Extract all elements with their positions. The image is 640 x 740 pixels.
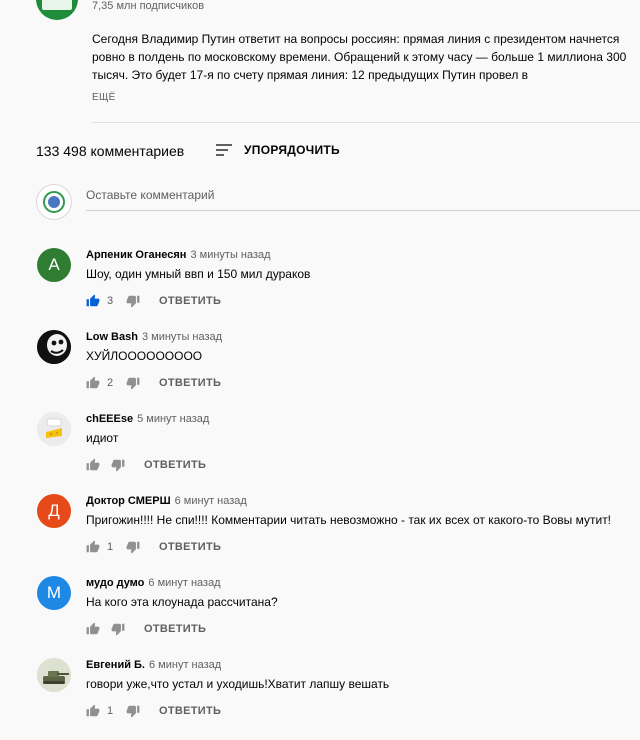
- thumbs-down-icon[interactable]: [126, 376, 140, 390]
- thumbs-down-icon[interactable]: [111, 458, 125, 472]
- comment-meta: Евгений Б. 6 минут назад: [86, 658, 221, 672]
- comment-author[interactable]: Арпеник Оганесян: [86, 249, 186, 261]
- reply-button[interactable]: ОТВЕТИТЬ: [144, 459, 206, 471]
- thumbs-down-icon[interactable]: [126, 704, 140, 718]
- user-avatar: [36, 184, 72, 220]
- thumbs-up-icon[interactable]: [86, 294, 100, 308]
- comment-time[interactable]: 3 минуты назад: [142, 331, 222, 343]
- comment-author[interactable]: мудо думо: [86, 577, 144, 589]
- reply-button[interactable]: ОТВЕТИТЬ: [144, 623, 206, 635]
- comment-item: А Арпеник Оганесян 3 минуты назад Шоу, од…: [0, 248, 640, 330]
- like-count: 1: [107, 541, 114, 553]
- comment-text: говори уже,что устал и уходишь!Хватит ла…: [86, 677, 390, 691]
- avatar[interactable]: А: [37, 248, 71, 282]
- comment-item: chEEEse 5 минут назад идиот ОТВЕТИТЬ: [0, 412, 640, 494]
- comment-meta: мудо думо 6 минут назад: [86, 576, 221, 590]
- comment-meta: Low Bash 3 минуты назад: [86, 330, 222, 344]
- comment-time[interactable]: 6 минут назад: [148, 577, 220, 589]
- like-count: 3: [107, 295, 114, 307]
- thumbs-down-icon[interactable]: [126, 294, 140, 308]
- comment-text: идиот: [86, 431, 119, 445]
- sort-button[interactable]: УПОРЯДОЧИТЬ: [216, 143, 340, 157]
- comment-meta: Доктор СМЕРШ 6 минут назад: [86, 494, 247, 508]
- comment-author[interactable]: Евгений Б.: [86, 659, 145, 671]
- thumbs-down-icon[interactable]: [126, 540, 140, 554]
- like-count: 2: [107, 377, 114, 389]
- comment-count: 133 498 комментариев: [36, 143, 185, 159]
- comment-actions: ОТВЕТИТЬ: [86, 622, 206, 636]
- comment-item: Д Доктор СМЕРШ 6 минут назад Пригожин!!!!…: [0, 494, 640, 576]
- comment-text: ХУЙЛООООООООО: [86, 349, 203, 363]
- comment-text: На кого эта клоунада рассчитана?: [86, 595, 278, 609]
- channel-avatar[interactable]: [36, 0, 78, 20]
- avatar[interactable]: [37, 412, 71, 446]
- comment-time[interactable]: 3 минуты назад: [190, 249, 270, 261]
- subscriber-count: 7,35 млн подписчиков: [92, 0, 205, 12]
- comment-actions: 1 ОТВЕТИТЬ: [86, 704, 221, 718]
- sort-label: УПОРЯДОЧИТЬ: [244, 143, 340, 157]
- avatar[interactable]: [37, 330, 71, 364]
- comment-item: М мудо думо 6 минут назад На кого эта кло…: [0, 576, 640, 658]
- comment-actions: 1 ОТВЕТИТЬ: [86, 540, 221, 554]
- video-description: Сегодня Владимир Путин ответит на вопрос…: [92, 32, 627, 82]
- like-count: 1: [107, 705, 114, 717]
- thumbs-up-icon[interactable]: [86, 704, 100, 718]
- comment-input[interactable]: Оставьте комментарий: [86, 188, 640, 211]
- comment-meta: Арпеник Оганесян 3 минуты назад: [86, 248, 271, 262]
- reply-button[interactable]: ОТВЕТИТЬ: [159, 705, 221, 717]
- comment-author[interactable]: Доктор СМЕРШ: [86, 495, 171, 507]
- avatar[interactable]: [37, 658, 71, 692]
- comment-actions: 3 ОТВЕТИТЬ: [86, 294, 221, 308]
- thumbs-up-icon[interactable]: [86, 376, 100, 390]
- comment-time[interactable]: 6 минут назад: [149, 659, 221, 671]
- thumbs-down-icon[interactable]: [111, 622, 125, 636]
- thumbs-up-icon[interactable]: [86, 458, 100, 472]
- show-more-link[interactable]: Ещё: [92, 92, 116, 103]
- thumbs-up-icon[interactable]: [86, 540, 100, 554]
- comment-time[interactable]: 5 минут назад: [137, 413, 209, 425]
- comment-text: Шоу, один умный ввп и 150 мил дураков: [86, 267, 311, 281]
- reply-button[interactable]: ОТВЕТИТЬ: [159, 295, 221, 307]
- thumbs-up-icon[interactable]: [86, 622, 100, 636]
- comment-item: Low Bash 3 минуты назад ХУЙЛООООООООО 2 О…: [0, 330, 640, 412]
- comment-time[interactable]: 6 минут назад: [175, 495, 247, 507]
- divider: [92, 122, 640, 123]
- avatar[interactable]: М: [37, 576, 71, 610]
- avatar[interactable]: Д: [37, 494, 71, 528]
- comment-author[interactable]: chEEEse: [86, 413, 133, 425]
- comment-actions: ОТВЕТИТЬ: [86, 458, 206, 472]
- comment-author[interactable]: Low Bash: [86, 331, 138, 343]
- comment-text: Пригожин!!!! Не спи!!!! Комментарии чита…: [86, 513, 612, 527]
- reply-button[interactable]: ОТВЕТИТЬ: [159, 541, 221, 553]
- comment-item: Евгений Б. 6 минут назад говори уже,что у…: [0, 658, 640, 740]
- comment-meta: chEEEse 5 минут назад: [86, 412, 209, 426]
- reply-button[interactable]: ОТВЕТИТЬ: [159, 377, 221, 389]
- sort-icon: [216, 144, 232, 156]
- comment-actions: 2 ОТВЕТИТЬ: [86, 376, 221, 390]
